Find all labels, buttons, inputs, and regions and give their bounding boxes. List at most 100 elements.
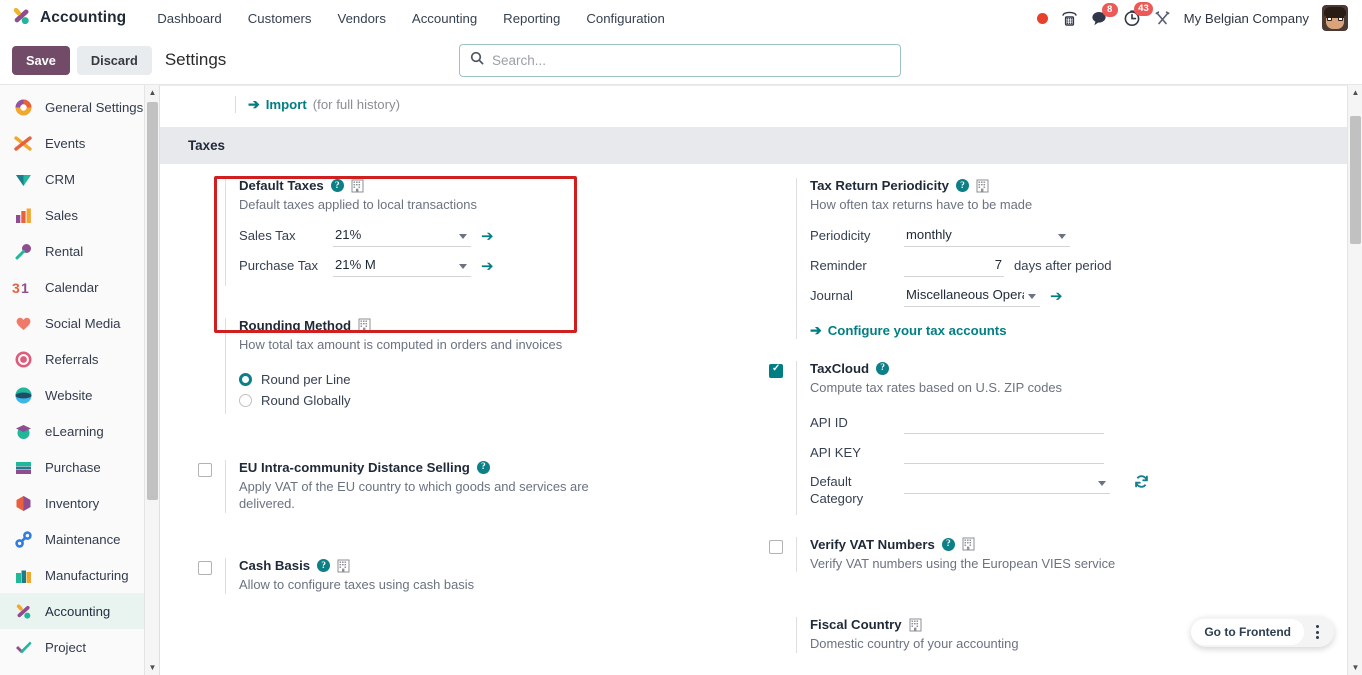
reminder-row: Reminder days after period <box>810 255 1352 278</box>
menu-vendors[interactable]: Vendors <box>325 5 399 32</box>
eu-distance-selling-title-row: EU Intra-community Distance Selling ? <box>239 460 751 475</box>
configure-tax-accounts-link[interactable]: ➔ Configure your tax accounts <box>810 322 1352 339</box>
sidebar-item-rental[interactable]: Rental <box>0 233 159 269</box>
purchase-tax-internal-link-icon[interactable]: ➔ <box>481 259 494 274</box>
company-building-icon[interactable] <box>351 179 364 193</box>
sales-tax-select[interactable] <box>333 225 471 247</box>
help-icon[interactable]: ? <box>476 460 490 474</box>
brand[interactable]: Accounting <box>10 5 126 32</box>
purchase-tax-select[interactable] <box>333 255 471 277</box>
sidebar-item-events[interactable]: Events <box>0 125 159 161</box>
journal-internal-link-icon[interactable]: ➔ <box>1050 289 1063 304</box>
import-link[interactable]: ➔ Import <box>248 96 307 113</box>
sidebar-item-accounting[interactable]: Accounting <box>0 593 159 629</box>
sidebar-item-manufacturing[interactable]: Manufacturing <box>0 557 159 593</box>
cash-basis-checkbox[interactable] <box>198 561 212 576</box>
setting-rounding-method: Rounding Method How total tax amount is … <box>198 317 751 414</box>
sidebar-item-general-settings[interactable]: General Settings <box>0 89 159 125</box>
clock-activities-icon[interactable]: 43 <box>1123 2 1154 27</box>
company-building-icon[interactable] <box>358 318 371 332</box>
setting-description: Compute tax rates based on U.S. ZIP code… <box>810 379 1062 395</box>
verify-vat-checkbox[interactable] <box>769 539 783 554</box>
sidebar-item-calendar[interactable]: 31 Calendar <box>0 269 159 305</box>
periodicity-select[interactable] <box>904 225 1070 247</box>
company-building-icon[interactable] <box>976 179 989 193</box>
user-avatar[interactable] <box>1322 5 1348 31</box>
company-name[interactable]: My Belgian Company <box>1184 11 1309 26</box>
messages-icon[interactable]: 8 <box>1091 2 1118 27</box>
sidebar-item-crm[interactable]: CRM <box>0 161 159 197</box>
scroll-up-icon[interactable]: ▲ <box>145 85 159 100</box>
recording-dot-icon[interactable] <box>1036 12 1048 24</box>
company-building-icon[interactable] <box>337 559 350 573</box>
scroll-down-icon[interactable]: ▼ <box>145 660 159 675</box>
radio-round-per-line[interactable]: Round per Line <box>239 372 751 387</box>
help-icon[interactable]: ? <box>317 559 331 573</box>
rounding-method-title-row: Rounding Method <box>239 318 751 333</box>
discard-button[interactable]: Discard <box>76 45 152 75</box>
scroll-up-icon[interactable]: ▲ <box>1348 85 1362 100</box>
setting-description: Default taxes applied to local transacti… <box>239 197 477 212</box>
radio-round-globally[interactable]: Round Globally <box>239 393 751 408</box>
help-icon[interactable]: ? <box>956 179 969 192</box>
elearning-icon <box>12 420 34 442</box>
api-key-input[interactable] <box>904 442 1104 464</box>
sidebar-scrollbar-thumb[interactable] <box>147 102 158 500</box>
setting-description: How total tax amount is computed in orde… <box>239 336 563 352</box>
inventory-icon <box>12 492 34 514</box>
periodicity-row: Periodicity <box>810 225 1352 248</box>
search-box[interactable] <box>459 43 901 77</box>
company-building-icon[interactable] <box>909 618 922 632</box>
sales-tax-internal-link-icon[interactable]: ➔ <box>481 229 494 244</box>
api-id-input[interactable] <box>904 412 1104 434</box>
sidebar-item-label: Calendar <box>45 279 99 295</box>
eu-distance-selling-checkbox[interactable] <box>198 462 212 477</box>
sidebar-scrollbar[interactable]: ▲ ▼ <box>144 85 159 675</box>
default-category-select[interactable] <box>904 472 1110 494</box>
more-options-icon[interactable] <box>1304 625 1330 639</box>
refresh-icon[interactable] <box>1134 474 1149 493</box>
sidebar-item-sales[interactable]: Sales <box>0 197 159 233</box>
main-scrollbar-thumb[interactable] <box>1350 116 1361 244</box>
menu-dashboard[interactable]: Dashboard <box>144 5 235 32</box>
journal-select[interactable] <box>904 285 1040 307</box>
settings-column-left: Default Taxes ? Default taxes applied to… <box>160 178 761 673</box>
menu-configuration[interactable]: Configuration <box>573 5 677 32</box>
sidebar-item-social-media[interactable]: Social Media <box>0 305 159 341</box>
radio-icon-selected[interactable] <box>239 372 252 386</box>
general-settings-icon <box>12 96 34 118</box>
sidebar-item-maintenance[interactable]: Maintenance <box>0 521 159 557</box>
sidebar-item-website[interactable]: Website <box>0 377 159 413</box>
phone-icon[interactable] <box>1061 10 1078 27</box>
sidebar-item-label: General Settings <box>45 99 144 115</box>
radio-icon[interactable] <box>239 393 252 407</box>
sidebar-item-referrals[interactable]: Referrals <box>0 341 159 377</box>
reminder-input[interactable] <box>904 255 1004 277</box>
search-input[interactable] <box>492 52 890 68</box>
menu-customers[interactable]: Customers <box>235 5 325 32</box>
taxcloud-checkbox[interactable] <box>769 363 783 378</box>
rental-icon <box>12 240 34 262</box>
help-icon[interactable]: ? <box>330 179 344 192</box>
default-category-label: Default Category <box>810 473 864 506</box>
journal-label: Journal <box>810 287 853 303</box>
menu-accounting[interactable]: Accounting <box>399 5 490 32</box>
help-icon[interactable]: ? <box>876 361 890 375</box>
sidebar-item-project[interactable]: Project <box>0 629 159 665</box>
help-icon[interactable]: ? <box>941 537 955 551</box>
setting-title-label: Fiscal Country <box>810 617 902 633</box>
sidebar-item-inventory[interactable]: Inventory <box>0 485 159 521</box>
periodicity-label: Periodicity <box>810 227 871 243</box>
menu-reporting[interactable]: Reporting <box>490 5 573 32</box>
sidebar-item-purchase[interactable]: Purchase <box>0 449 159 485</box>
main-scrollbar[interactable]: ▲ ▼ <box>1347 85 1362 675</box>
api-id-row: API ID <box>810 412 1352 435</box>
company-building-icon[interactable] <box>962 537 975 551</box>
go-to-frontend-button[interactable]: Go to Frontend <box>1191 619 1304 645</box>
sidebar-item-elearning[interactable]: eLearning <box>0 413 159 449</box>
body-wrapper: General Settings Events CRM Sales Rental… <box>0 85 1362 675</box>
developer-tools-icon[interactable] <box>1154 10 1171 27</box>
scroll-down-icon[interactable]: ▼ <box>1348 660 1362 675</box>
setting-description: Apply VAT of the EU country to which goo… <box>239 478 589 512</box>
save-button[interactable]: Save <box>12 45 70 75</box>
